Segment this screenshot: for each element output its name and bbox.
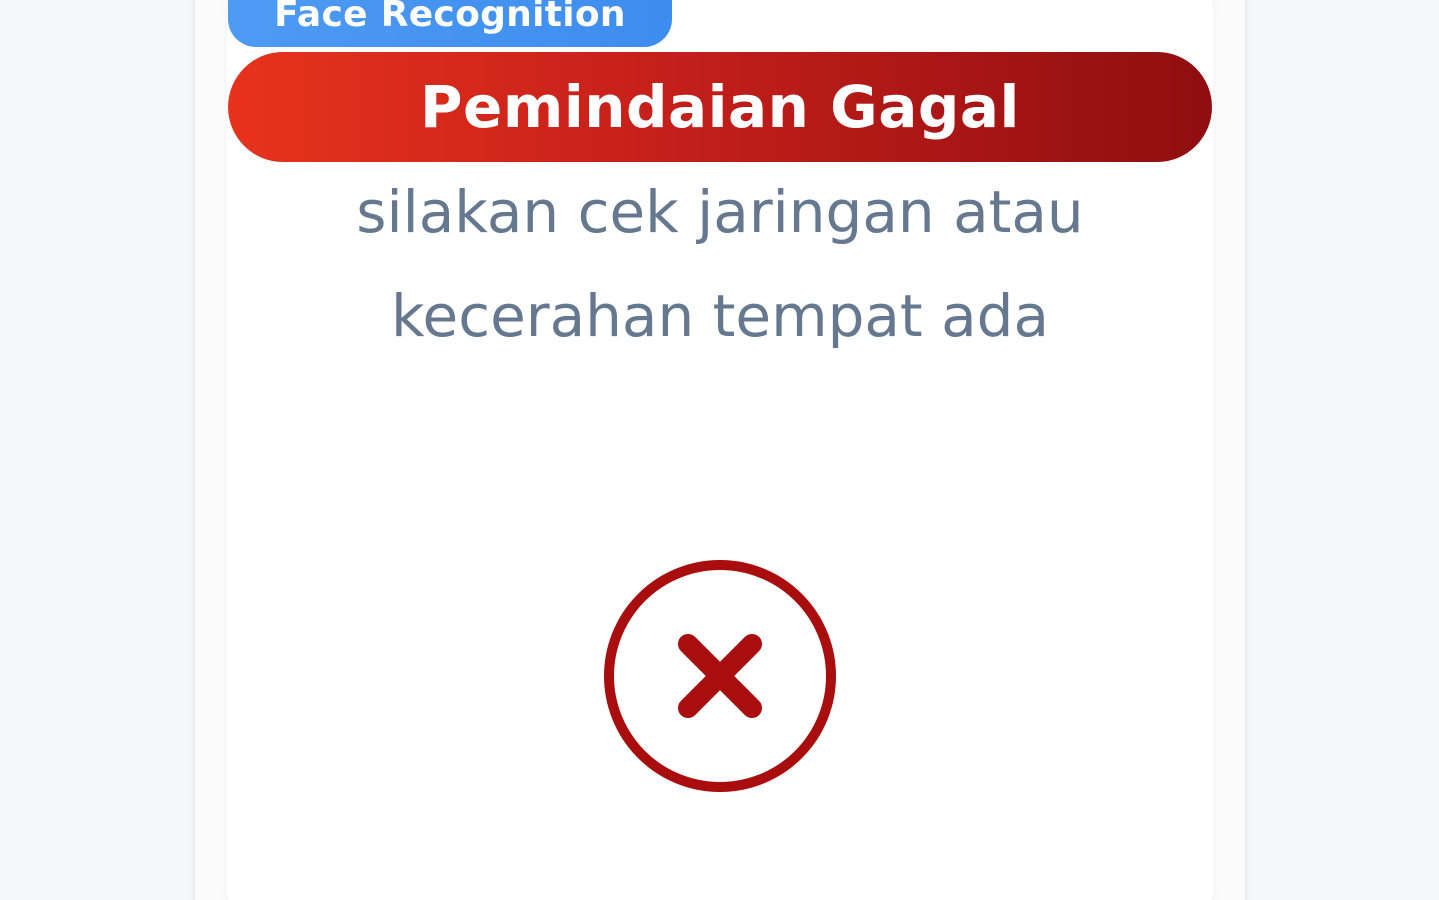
- face-recognition-screen: Face Recognition Pemindaian Gagal silaka…: [0, 0, 1439, 900]
- scan-failed-banner: Pemindaian Gagal: [228, 52, 1212, 162]
- error-message: silakan cek jaringan atau kecerahan temp…: [228, 160, 1212, 368]
- error-message-line-2: kecerahan tempat ada: [390, 282, 1050, 350]
- face-recognition-badge: Face Recognition: [228, 0, 672, 47]
- close-circle-icon: [604, 560, 836, 792]
- error-message-line-1: silakan cek jaringan atau: [356, 178, 1084, 246]
